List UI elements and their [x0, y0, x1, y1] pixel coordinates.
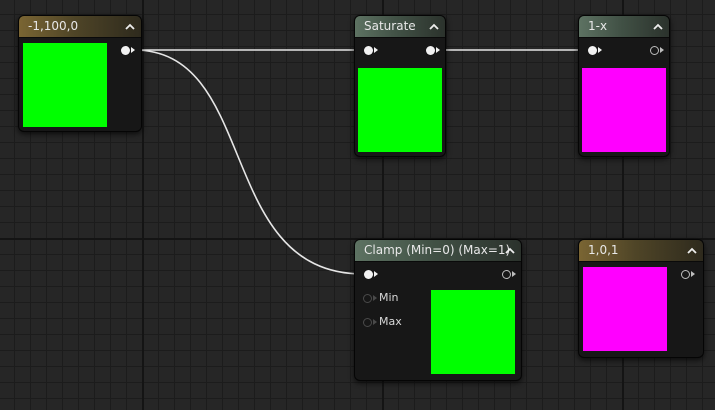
chevron-up-icon[interactable]: [123, 16, 137, 37]
color-preview: [431, 290, 515, 374]
chevron-up-icon[interactable]: [651, 16, 665, 37]
min-pin-label: Min: [379, 291, 399, 304]
input-pin-arrow-icon: [374, 271, 378, 277]
output-pin[interactable]: [502, 270, 511, 279]
node-header[interactable]: Clamp (Min=0) (Max=1): [355, 240, 521, 262]
output-pin-arrow-icon: [660, 47, 664, 53]
output-pin[interactable]: [650, 46, 659, 55]
chevron-up-icon[interactable]: [685, 240, 699, 261]
input-pin-arrow-icon: [374, 47, 378, 53]
chevron-up-icon[interactable]: [503, 240, 517, 261]
max-input-pin-arrow-icon: [373, 319, 377, 325]
color-preview: [582, 68, 666, 152]
output-pin-arrow-icon: [436, 47, 440, 53]
output-pin[interactable]: [681, 270, 690, 279]
color-preview: [358, 68, 442, 152]
node-header[interactable]: 1-x: [579, 16, 669, 38]
chevron-up-icon[interactable]: [427, 16, 441, 37]
node-title: -1,100,0: [28, 19, 79, 33]
input-pin[interactable]: [364, 46, 373, 55]
output-pin-arrow-icon: [691, 271, 695, 277]
node-constant-1-0-1[interactable]: 1,0,1: [578, 239, 704, 358]
max-pin-label: Max: [379, 315, 402, 328]
node-title: Saturate: [364, 19, 416, 33]
node-saturate[interactable]: Saturate: [354, 15, 446, 157]
node-clamp[interactable]: Clamp (Min=0) (Max=1) Min Max: [354, 239, 522, 381]
node-header[interactable]: 1,0,1: [579, 240, 703, 262]
node-title: Clamp (Min=0) (Max=1): [364, 243, 511, 257]
node-title: 1-x: [588, 19, 608, 33]
node-constant-neg1-100-0[interactable]: -1,100,0: [18, 15, 142, 132]
node-header[interactable]: -1,100,0: [19, 16, 141, 38]
node-header[interactable]: Saturate: [355, 16, 445, 38]
color-preview: [583, 267, 667, 351]
max-input-pin[interactable]: [363, 318, 372, 327]
min-input-pin-arrow-icon: [373, 295, 377, 301]
node-one-minus[interactable]: 1-x: [578, 15, 670, 157]
min-input-pin[interactable]: [363, 294, 372, 303]
input-pin[interactable]: [364, 270, 373, 279]
output-pin[interactable]: [426, 46, 435, 55]
input-pin-arrow-icon: [598, 47, 602, 53]
output-pin-arrow-icon: [131, 47, 135, 53]
output-pin-arrow-icon: [512, 271, 516, 277]
color-preview: [23, 43, 107, 127]
output-pin[interactable]: [121, 46, 130, 55]
wire-constant-to-clamp[interactable]: [133, 49, 364, 275]
input-pin[interactable]: [588, 46, 597, 55]
node-title: 1,0,1: [588, 243, 619, 257]
